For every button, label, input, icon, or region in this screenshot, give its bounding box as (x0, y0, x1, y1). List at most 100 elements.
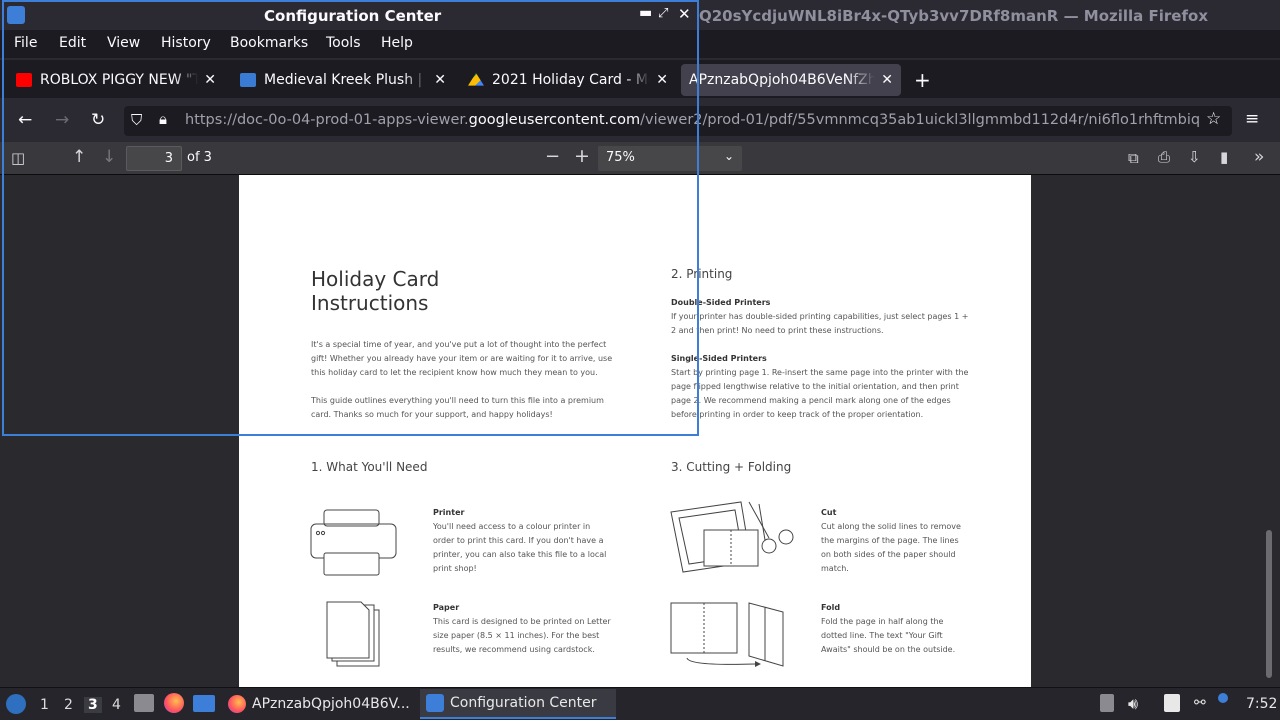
workspace-3[interactable]: 3 (84, 697, 102, 713)
paper-heading: Paper (433, 603, 460, 612)
fold-text: Awaits" should be on the outside. (821, 645, 956, 654)
cut-text: match. (821, 564, 849, 573)
task-firefox[interactable]: APznzabQpjoh04B6V... (222, 689, 418, 719)
file-manager-icon[interactable] (134, 694, 154, 712)
need-heading: 1. What You'll Need (311, 460, 428, 474)
back-icon[interactable]: ← (18, 110, 32, 130)
image-icon (240, 73, 256, 87)
sidebar-toggle-icon[interactable]: ◫ (11, 149, 25, 167)
tab-pdf-active[interactable]: APznzabQpjoh04B6VeNfZh5i ✕ (681, 64, 901, 96)
update-notification-icon[interactable] (1218, 693, 1228, 703)
lock-icon[interactable]: 🔒︎ (159, 110, 167, 128)
fold-text: dotted line. The text "Your Gift (821, 631, 943, 640)
close-icon[interactable]: ✕ (434, 72, 446, 88)
printer-illustration (310, 509, 397, 576)
zoom-in-icon[interactable]: + (574, 145, 590, 167)
page-number-input[interactable]: 3 (126, 146, 182, 171)
printing-heading: 2. Printing (671, 267, 733, 281)
scrollbar[interactable] (1266, 530, 1272, 678)
presentation-mode-icon[interactable]: ⧉ (1128, 149, 1139, 167)
paper-text: size paper (8.5 × 11 inches). For the be… (433, 631, 600, 640)
network-icon[interactable]: ⚯ (1194, 695, 1206, 711)
previous-page-icon[interactable]: ↑ (72, 147, 86, 167)
terminal-icon[interactable] (193, 695, 215, 712)
zoom-value: 75% (606, 150, 635, 165)
tools-menu-icon[interactable]: » (1254, 147, 1264, 167)
fold-illustration (670, 602, 784, 667)
tab-label: Medieval Kreek Plush | Kr (264, 72, 429, 88)
config-center-app-icon (426, 694, 444, 712)
zoom-out-icon[interactable]: − (545, 146, 560, 167)
close-icon[interactable]: ✕ (656, 72, 668, 88)
intro-text: card. Thanks so much for your support, a… (311, 410, 553, 419)
print-icon[interactable]: ⎙ (1158, 148, 1170, 166)
hamburger-menu-icon[interactable]: ≡ (1245, 109, 1259, 129)
forward-icon[interactable]: → (55, 110, 69, 130)
menu-history[interactable]: History (161, 35, 211, 51)
paper-text: This card is designed to be printed on L… (433, 617, 611, 626)
printer-text: You'll need access to a colour printer i… (433, 522, 591, 531)
minimize-icon[interactable]: ▬ (639, 5, 652, 21)
start-menu-icon[interactable] (6, 694, 26, 714)
clock: 7:52 (1246, 696, 1278, 712)
single-sided-text: Start by printing page 1. Re-insert the … (671, 368, 969, 377)
intro-text: this holiday card to let the recipient k… (311, 368, 598, 377)
double-sided-text: 2 and then print! No need to print these… (671, 326, 884, 335)
paper-text: results, we recommend using cardstock. (433, 645, 595, 654)
task-config-center[interactable]: Configuration Center (420, 689, 616, 719)
task-label: APznzabQpjoh04B6V... (252, 696, 410, 712)
tab-label: APznzabQpjoh04B6VeNfZh5i (689, 72, 876, 88)
firefox-icon[interactable] (164, 693, 184, 713)
new-tab-button[interactable]: + (914, 68, 931, 92)
firefox-icon (228, 695, 246, 713)
page-count: of 3 (187, 150, 212, 165)
workspace-2[interactable]: 2 (64, 697, 73, 713)
pdf-page: Holiday Card Instructions It's a special… (239, 175, 1031, 687)
workspace-1[interactable]: 1 (40, 697, 49, 713)
tab-medieval-kreek[interactable]: Medieval Kreek Plush | Kr ✕ (232, 64, 454, 96)
single-sided-text: page flipped lengthwise relative to the … (671, 382, 959, 391)
notes-icon[interactable] (1164, 694, 1180, 712)
printer-heading: Printer (433, 508, 465, 517)
double-sided-text: If your printer has double-sided printin… (671, 312, 969, 321)
taskbar (0, 687, 1280, 720)
bookmark-icon[interactable]: ▮ (1220, 148, 1228, 166)
shield-icon[interactable]: ⛉ (131, 111, 142, 129)
tab-roblox[interactable]: ROBLOX PIGGY NEW "TAG ✕ (8, 64, 224, 96)
menu-tools[interactable]: Tools (326, 35, 361, 51)
url-text[interactable]: https://doc-0o-04-prod-01-apps-viewer.go… (185, 112, 1200, 128)
save-icon[interactable]: ⇩ (1188, 148, 1201, 166)
fold-heading: Fold (821, 603, 841, 612)
close-icon[interactable]: ✕ (204, 72, 216, 88)
menu-view[interactable]: View (107, 35, 140, 51)
single-sided-text: before printing in order to keep track o… (671, 410, 924, 419)
clipboard-icon[interactable] (1100, 694, 1114, 712)
next-page-icon[interactable]: ↓ (102, 147, 116, 167)
tab-label: ROBLOX PIGGY NEW "TAG (40, 72, 199, 88)
printer-text: print shop! (433, 564, 477, 573)
printer-text: order to print this card. If you don't h… (433, 536, 604, 545)
maximize-icon[interactable]: ⤢ (658, 6, 668, 21)
chevron-down-icon: ⌄ (723, 149, 734, 163)
menu-bookmarks[interactable]: Bookmarks (230, 35, 308, 51)
cut-text: the margins of the page. The lines (821, 536, 959, 545)
intro-text: This guide outlines everything you'll ne… (311, 396, 604, 405)
reload-icon[interactable]: ↻ (91, 110, 105, 130)
bookmark-star-icon[interactable]: ☆ (1206, 109, 1221, 129)
workspace-4[interactable]: 4 (112, 697, 121, 713)
single-sided-text: page 2. We recommend making a pencil mar… (671, 396, 951, 405)
fold-text: Fold the page in half along the (821, 617, 944, 626)
tab-label: 2021 Holiday Card - Med (492, 72, 651, 88)
zoom-select[interactable]: 75% ⌄ (598, 146, 742, 171)
double-sided-heading: Double-Sided Printers (671, 298, 771, 307)
close-icon[interactable]: ✕ (881, 72, 893, 88)
tab-holiday-card[interactable]: 2021 Holiday Card - Med ✕ (460, 64, 676, 96)
close-window-icon[interactable]: ✕ (678, 5, 691, 23)
menu-help[interactable]: Help (381, 35, 413, 51)
menubar: File Edit View History Bookmarks Tools H… (0, 30, 1280, 58)
cut-illustration (670, 501, 794, 573)
menu-file[interactable]: File (14, 35, 37, 51)
menu-edit[interactable]: Edit (59, 35, 86, 51)
volume-icon[interactable]: 🔊︎ (1128, 694, 1138, 714)
cut-heading: Cut (821, 508, 837, 517)
